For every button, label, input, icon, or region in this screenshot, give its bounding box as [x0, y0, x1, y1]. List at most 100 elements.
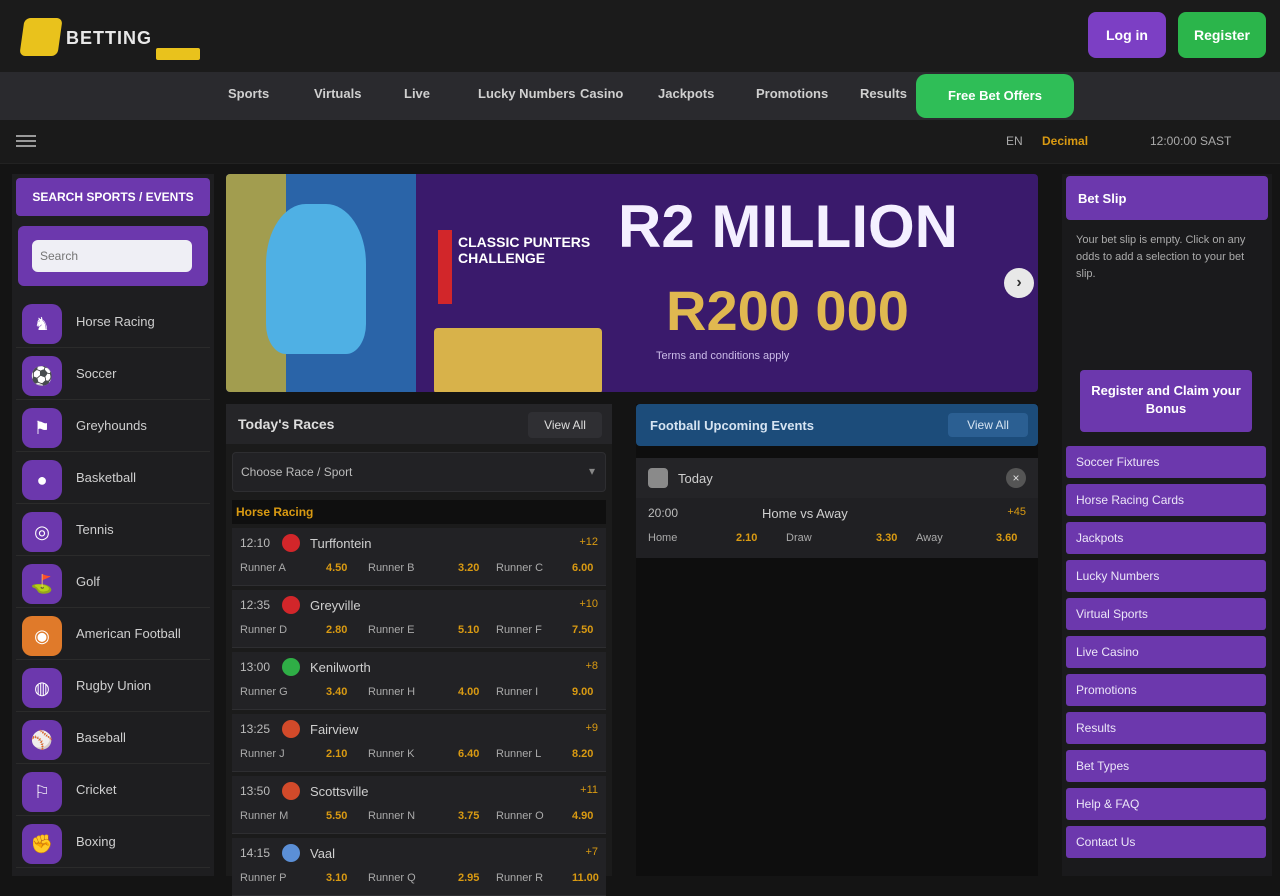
date-label: Today: [678, 471, 713, 486]
register-button[interactable]: Register: [1178, 12, 1266, 58]
quick-link[interactable]: Lucky Numbers: [1066, 560, 1266, 592]
country-flag-icon: [282, 720, 300, 738]
match-row[interactable]: 14:15 Vaal +7 Runner P 3.10 Runner Q 2.95 Runne…: [232, 838, 606, 896]
quick-link[interactable]: Live Casino: [1066, 636, 1266, 668]
sidebar-item-label: Basketball: [76, 470, 136, 485]
odds-button[interactable]: 7.50: [572, 624, 593, 636]
quick-link[interactable]: Virtual Sports: [1066, 598, 1266, 630]
nav-item[interactable]: Results: [860, 86, 907, 101]
odds-button[interactable]: 3.60: [996, 532, 1017, 544]
collapse-icon[interactable]: ×: [1006, 468, 1026, 488]
sidebar-item[interactable]: ◍ Rugby Union: [16, 662, 210, 712]
match-row[interactable]: 13:25 Fairview +9 Runner J 2.10 Runner K 6.40 R…: [232, 714, 606, 772]
odds-button[interactable]: 3.30: [876, 532, 897, 544]
horse-icon: ♞: [22, 304, 62, 344]
odds-button[interactable]: 8.20: [572, 748, 593, 760]
sidebar-item[interactable]: ● Basketball: [16, 454, 210, 504]
quick-link[interactable]: Contact Us: [1066, 826, 1266, 858]
sidebar-item[interactable]: ◎ Tennis: [16, 506, 210, 556]
group-label: Horse Racing: [232, 500, 606, 524]
odds-button[interactable]: 4.50: [326, 562, 347, 574]
sub-bar: EN Decimal 12:00:00 SAST: [0, 120, 1280, 164]
more-markets[interactable]: +8: [585, 660, 598, 672]
odds-button[interactable]: 11.00: [572, 872, 599, 884]
match-row[interactable]: 12:10 Turffontein +12 Runner A 4.50 Runner B 3…: [232, 528, 606, 586]
more-markets[interactable]: +10: [579, 598, 598, 610]
sidebar-item[interactable]: ⚐ Cricket: [16, 766, 210, 816]
odds-button[interactable]: 2.95: [458, 872, 479, 884]
match-row[interactable]: 13:50 Scottsville +11 Runner M 5.50 Runner N 3…: [232, 776, 606, 834]
quick-link[interactable]: Jackpots: [1066, 522, 1266, 554]
quick-link[interactable]: Results: [1066, 712, 1266, 744]
odds-button[interactable]: 6.40: [458, 748, 479, 760]
clock: 12:00:00 SAST: [1150, 134, 1232, 148]
race-selector[interactable]: Choose Race / Sport: [232, 452, 606, 492]
banner-headline: R2 MILLION: [618, 193, 958, 260]
sidebar-item[interactable]: ⚾ Baseball: [16, 714, 210, 764]
odds-button[interactable]: 9.00: [572, 686, 593, 698]
quick-link[interactable]: Bet Types: [1066, 750, 1266, 782]
claim-bonus-button[interactable]: Register and Claim your Bonus: [1080, 370, 1252, 432]
quick-link[interactable]: Promotions: [1066, 674, 1266, 706]
odds-button[interactable]: 6.00: [572, 562, 593, 574]
nav-item[interactable]: Jackpots: [658, 86, 714, 101]
rugby-icon: ◍: [22, 668, 62, 708]
sidebar-item[interactable]: ✊ Boxing: [16, 818, 210, 868]
promo-nav-button[interactable]: Free Bet Offers: [916, 74, 1074, 118]
sidebar-item[interactable]: ⛳ Golf: [16, 558, 210, 608]
odds-format-selector[interactable]: Decimal: [1042, 134, 1088, 148]
odds-button[interactable]: 5.50: [326, 810, 347, 822]
view-all-button[interactable]: View All: [948, 413, 1028, 437]
nav-item[interactable]: Promotions: [756, 86, 828, 101]
more-markets[interactable]: +9: [585, 722, 598, 734]
odds-button[interactable]: 4.90: [572, 810, 593, 822]
odds-button[interactable]: 4.00: [458, 686, 479, 698]
nav-item[interactable]: Casino: [580, 86, 623, 101]
odds-button[interactable]: 3.10: [326, 872, 347, 884]
view-all-button[interactable]: View All: [528, 412, 602, 438]
sidebar-item[interactable]: ⚽ Soccer: [16, 350, 210, 400]
login-button[interactable]: Log in: [1088, 12, 1166, 58]
quick-link[interactable]: Help & FAQ: [1066, 788, 1266, 820]
baseball-icon: ⚾: [22, 720, 62, 760]
nav-item[interactable]: Live: [404, 86, 430, 101]
odds-button[interactable]: 5.10: [458, 624, 479, 636]
nav-item[interactable]: Virtuals: [314, 86, 361, 101]
carousel-next-icon[interactable]: ›: [1004, 268, 1034, 298]
quick-link[interactable]: Soccer Fixtures: [1066, 446, 1266, 478]
selection-name: Draw: [786, 532, 812, 544]
more-markets[interactable]: +12: [579, 536, 598, 548]
event-row[interactable]: 20:00 Home vs Away +45 Home 2.10 Draw 3.…: [636, 498, 1038, 558]
more-markets[interactable]: +11: [580, 784, 598, 796]
language-selector[interactable]: EN: [1006, 134, 1023, 148]
search-input[interactable]: [32, 240, 192, 272]
match-time: 13:00: [240, 660, 271, 674]
selection-name: Runner O: [496, 810, 544, 822]
odds-button[interactable]: 2.80: [326, 624, 347, 636]
sidebar-item[interactable]: ⚑ Greyhounds: [16, 402, 210, 452]
odds-button[interactable]: 2.10: [326, 748, 347, 760]
top-bar: BETTING Log in Register: [0, 0, 1280, 72]
nav-item[interactable]: Lucky Numbers: [478, 86, 576, 101]
sidebar-item[interactable]: ♞ Horse Racing: [16, 298, 210, 348]
logo-mark-icon: [19, 18, 63, 56]
odds-button[interactable]: 2.10: [736, 532, 757, 544]
more-markets[interactable]: +7: [585, 846, 598, 858]
odds-button[interactable]: 3.40: [326, 686, 347, 698]
nav-item[interactable]: Sports: [228, 86, 269, 101]
odds-button[interactable]: 3.20: [458, 562, 479, 574]
promo-banner[interactable]: CLASSIC PUNTERS CHALLENGE R2 MILLION R20…: [226, 174, 1038, 392]
site-logo[interactable]: BETTING: [19, 14, 200, 62]
hamburger-menu-icon[interactable]: [16, 132, 36, 152]
panel-header: Today's Races View All: [226, 404, 612, 444]
jockey-image: [226, 174, 416, 392]
date-row[interactable]: Today ×: [636, 458, 1038, 498]
quick-link[interactable]: Horse Racing Cards: [1066, 484, 1266, 516]
sidebar-item[interactable]: ◉ American Football: [16, 610, 210, 660]
sidebar-search: [18, 226, 208, 286]
more-markets[interactable]: +45: [1007, 506, 1026, 518]
match-row[interactable]: 12:35 Greyville +10 Runner D 2.80 Runner E 5.1…: [232, 590, 606, 648]
odds-button[interactable]: 3.75: [458, 810, 479, 822]
selection-name: Runner G: [240, 686, 288, 698]
match-row[interactable]: 13:00 Kenilworth +8 Runner G 3.40 Runner H 4.0…: [232, 652, 606, 710]
